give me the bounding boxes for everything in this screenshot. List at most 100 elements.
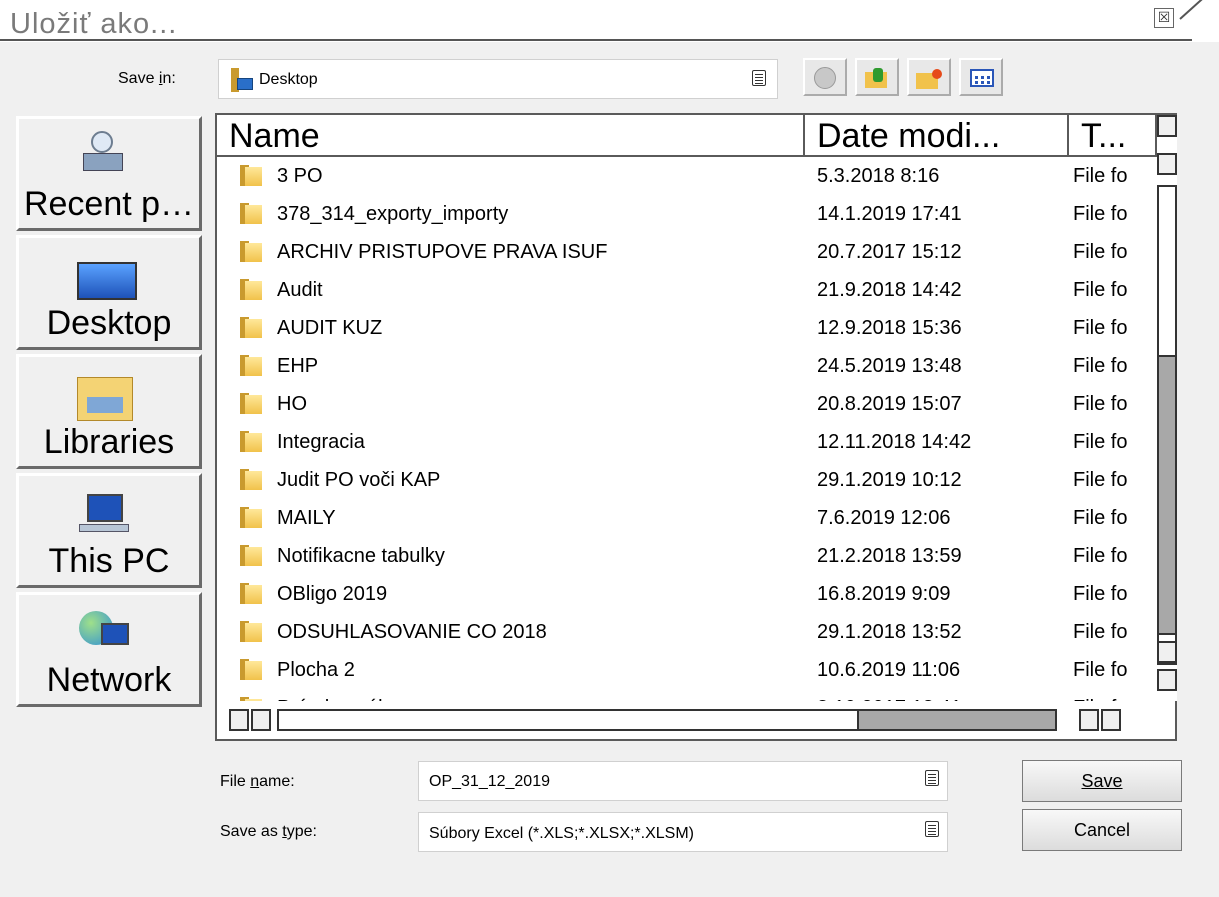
save-button-label: Save [1081,771,1123,791]
file-row[interactable]: OBligo 2019 16.8.2019 9:09 File fo [217,575,1157,613]
file-date: 7.6.2019 12:06 [817,507,951,529]
place-label: Desktop [46,304,172,342]
save-in-dropdown[interactable]: Desktop [218,59,778,99]
file-name-value: OP_31_12_2019 [429,773,550,790]
folder-icon [240,203,262,224]
place-desktop[interactable]: Desktop [16,235,202,350]
folder-icon [240,621,262,642]
file-name: HO [277,393,307,415]
save-in-label: Save in: [118,70,176,87]
dropdown-arrow-icon[interactable] [752,70,766,86]
file-row[interactable]: 378_314_exporty_importy 14.1.2019 17:41 Fi… [217,195,1157,233]
file-row[interactable]: Prázdne súbory 3.10.2017 13:41 File fo [217,689,1157,701]
place-network[interactable]: Network [16,592,202,707]
scroll-up-button-2[interactable] [1157,641,1177,663]
file-row[interactable]: ARCHIV PRISTUPOVE PRAVA ISUF 20.7.2017 15… [217,233,1157,271]
new-folder-button[interactable] [907,58,951,96]
view-menu-button[interactable] [959,58,1003,96]
dialog-title: Uložiť ako... [10,8,178,34]
place-label: Libraries [43,423,175,461]
place-label: Network [46,661,172,699]
back-button[interactable] [803,58,847,96]
file-type: File fo [1073,545,1128,567]
file-date: 20.7.2017 15:12 [817,241,962,263]
place-recent[interactable]: Recent p… [16,116,202,231]
desktop-folder-icon [231,68,253,92]
folder-icon [240,279,262,300]
file-type: File fo [1073,165,1128,187]
file-row[interactable]: 3 PO 5.3.2018 8:16 File fo [217,157,1157,195]
file-date: 24.5.2019 13:48 [817,355,962,377]
column-header-date[interactable]: Date modi... [805,115,1069,157]
save-type-label: Save as type: [220,823,317,840]
file-type: File fo [1073,241,1128,263]
file-type: File fo [1073,689,1153,701]
file-type: File fo [1073,621,1128,643]
file-row[interactable]: Notifikacne tabulky 21.2.2018 13:59 File f… [217,537,1157,575]
place-this-pc[interactable]: This PC [16,473,202,588]
file-row[interactable]: AUDIT KUZ 12.9.2018 15:36 File fo [217,309,1157,347]
file-row[interactable]: ODSUHLASOVANIE CO 2018 29.1.2018 13:52 Fil… [217,613,1157,651]
back-icon [814,67,836,89]
column-header-name[interactable]: Name [217,115,805,157]
recent-places-icon [81,131,131,177]
desktop-icon [77,262,137,300]
dropdown-arrow-icon[interactable] [925,821,939,837]
close-icon[interactable]: ☒ [1154,8,1174,28]
file-name: Plocha 2 [277,659,355,681]
scroll-down-button-2[interactable] [1157,669,1177,691]
h-scroll-thumb[interactable] [857,709,1057,731]
new-folder-icon [916,69,942,89]
save-type-value: Súbory Excel (*.XLS;*.XLSX;*.XLSM) [429,825,694,842]
scroll-right-button[interactable] [251,709,271,731]
dropdown-arrow-icon[interactable] [925,770,939,786]
scroll-left-button[interactable] [229,709,249,731]
file-row[interactable]: EHP 24.5.2019 13:48 File fo [217,347,1157,385]
file-list[interactable]: Name Date modi... T... 3 PO 5.3.2018 8:16… [215,113,1177,741]
file-type: File fo [1073,393,1128,415]
file-name: ODSUHLASOVANIE CO 2018 [277,621,547,643]
scroll-right-button-2[interactable] [1101,709,1121,731]
file-type: File fo [1073,317,1128,339]
view-menu-icon [970,69,994,87]
scroll-up-button[interactable] [1157,115,1177,137]
save-button[interactable]: Save [1022,760,1182,802]
file-row[interactable]: Integracia 12.11.2018 14:42 File fo [217,423,1157,461]
up-folder-button[interactable] [855,58,899,96]
file-name: ARCHIV PRISTUPOVE PRAVA ISUF [277,241,608,263]
file-name: AUDIT KUZ [277,317,383,339]
file-name: 378_314_exporty_importy [277,203,509,225]
file-type: File fo [1073,583,1128,605]
file-name: Notifikacne tabulky [277,545,445,567]
file-row[interactable]: Judit PO voči KAP 29.1.2019 10:12 File fo [217,461,1157,499]
save-type-dropdown[interactable]: Súbory Excel (*.XLS;*.XLSX;*.XLSM) [418,812,948,852]
file-rows: 3 PO 5.3.2018 8:16 File fo 378_314_exporty_… [217,157,1157,701]
file-name: 3 PO [277,165,323,187]
place-label: Recent p… [23,185,195,223]
libraries-icon [77,377,133,421]
file-row[interactable]: Plocha 2 10.6.2019 11:06 File fo [217,651,1157,689]
file-date: 29.1.2019 10:12 [817,469,962,491]
up-folder-icon [865,68,889,88]
file-row[interactable]: MAILY 7.6.2019 12:06 File fo [217,499,1157,537]
folder-icon [240,507,262,528]
file-date: 12.9.2018 15:36 [817,317,962,339]
file-date: 3.10.2017 13:41 [817,689,1057,701]
horizontal-scrollbar[interactable] [217,701,1157,739]
column-header-type[interactable]: T... [1069,115,1157,157]
cancel-button[interactable]: Cancel [1022,809,1182,851]
scroll-down-button[interactable] [1157,153,1177,175]
file-row[interactable]: HO 20.8.2019 15:07 File fo [217,385,1157,423]
vertical-scrollbar[interactable] [1157,115,1177,701]
file-name-field[interactable]: OP_31_12_2019 [418,761,948,801]
file-date: 14.1.2019 17:41 [817,203,962,225]
place-label: This PC [48,542,170,580]
scroll-left-button-2[interactable] [1079,709,1099,731]
folder-icon [240,165,262,186]
file-name: OBligo 2019 [277,583,388,605]
scroll-thumb[interactable] [1157,355,1177,635]
file-row[interactable]: Audit 21.9.2018 14:42 File fo [217,271,1157,309]
file-date: 10.6.2019 11:06 [817,659,961,681]
folder-icon [240,545,262,566]
place-libraries[interactable]: Libraries [16,354,202,469]
